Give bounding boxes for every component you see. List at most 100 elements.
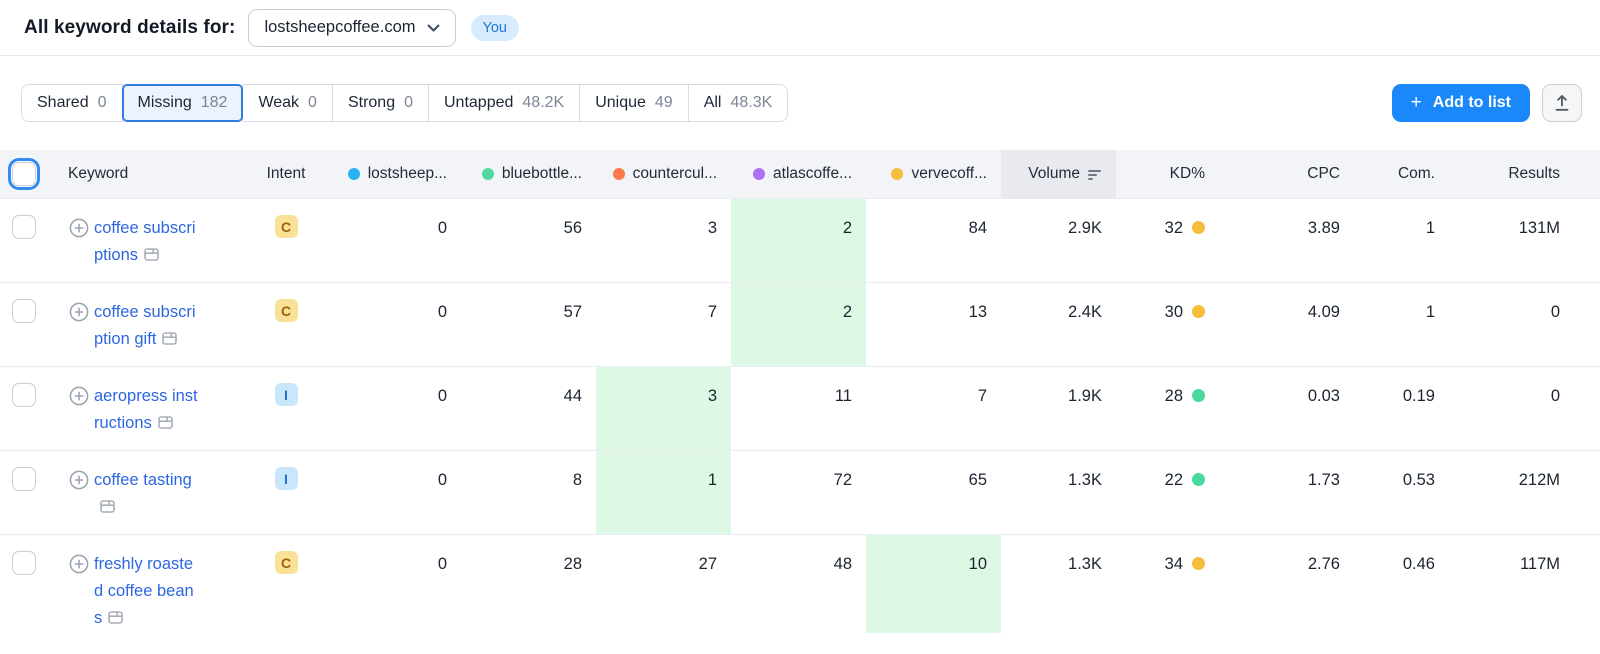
column-header-volume[interactable]: Volume bbox=[1001, 150, 1116, 199]
keyword-link[interactable]: aeropress instructions bbox=[94, 387, 198, 432]
tab-count: 0 bbox=[97, 94, 107, 111]
tab-label: Unique bbox=[595, 94, 646, 111]
com-cell: 0.19 bbox=[1402, 387, 1435, 405]
serp-features-icon[interactable] bbox=[100, 500, 115, 513]
keyword-cell: coffee subscriptions bbox=[56, 199, 246, 283]
table-header-row: Keyword Intent lostsheep... bluebottle... co… bbox=[0, 150, 1600, 199]
toolbar-actions: + Add to list bbox=[1391, 84, 1582, 122]
intent-cell: I bbox=[246, 367, 326, 451]
domain-selector-value: lostsheepcoffee.com bbox=[264, 18, 416, 36]
competitor-label: vervecoff... bbox=[911, 165, 987, 182]
cpc-cell: 3.89 bbox=[1307, 219, 1340, 237]
column-header-cpc[interactable]: CPC bbox=[1221, 150, 1356, 199]
add-keyword-plus-icon[interactable] bbox=[69, 554, 89, 632]
serp-features-icon[interactable] bbox=[162, 332, 178, 345]
competitor-label: lostsheep... bbox=[367, 165, 447, 182]
tab-weak[interactable]: Weak 0 bbox=[242, 84, 333, 122]
serp-features-icon[interactable] bbox=[144, 248, 159, 261]
kd-cell: 28 bbox=[1116, 367, 1221, 451]
position-cell: 3 bbox=[707, 219, 717, 237]
keyword-cell: aeropress instructions bbox=[56, 367, 246, 451]
row-checkbox[interactable] bbox=[12, 299, 36, 323]
intent-badge: I bbox=[274, 383, 298, 406]
competitor-label: bluebottle... bbox=[501, 165, 582, 182]
position-cell: 7 bbox=[707, 303, 717, 321]
row-checkbox-cell bbox=[0, 451, 56, 535]
tab-missing[interactable]: Missing 182 bbox=[121, 84, 244, 122]
add-keyword-plus-icon[interactable] bbox=[69, 218, 89, 269]
select-all-checkbox[interactable] bbox=[12, 162, 36, 186]
kd-level-dot-icon bbox=[1192, 473, 1205, 486]
keyword-link[interactable]: coffee tasting bbox=[94, 471, 192, 489]
position-cell: 2 bbox=[731, 198, 866, 283]
results-cell: 117M bbox=[1519, 555, 1560, 573]
tab-label: Weak bbox=[258, 94, 300, 111]
table-row: freshly roasted coffee beans C 0 28 27 48 10 1.… bbox=[0, 534, 1600, 634]
kd-cell: 22 bbox=[1116, 451, 1221, 535]
add-keyword-plus-icon[interactable] bbox=[69, 302, 89, 353]
row-checkbox-cell bbox=[0, 367, 56, 451]
keywords-table-wrap: Keyword Intent lostsheep... bluebottle... co… bbox=[0, 150, 1600, 633]
tab-unique[interactable]: Unique 49 bbox=[579, 84, 689, 122]
add-to-list-button[interactable]: + Add to list bbox=[1391, 84, 1530, 122]
chevron-down-icon bbox=[427, 18, 440, 37]
position-cell: 3 bbox=[596, 366, 731, 451]
column-header-competitor-2[interactable]: countercul... bbox=[596, 150, 731, 199]
row-checkbox[interactable] bbox=[12, 383, 36, 407]
tab-label: Missing bbox=[137, 94, 192, 111]
row-checkbox[interactable] bbox=[12, 467, 36, 491]
tab-label: Strong bbox=[347, 94, 396, 111]
column-header-com[interactable]: Com. bbox=[1356, 150, 1451, 199]
row-checkbox[interactable] bbox=[12, 551, 36, 575]
volume-cell: 1.3K bbox=[1068, 471, 1102, 489]
position-cell: 56 bbox=[563, 219, 582, 237]
column-header-intent[interactable]: Intent bbox=[246, 150, 326, 199]
column-header-competitor-1[interactable]: bluebottle... bbox=[461, 150, 596, 199]
serp-features-icon[interactable] bbox=[157, 416, 173, 429]
kd-cell: 30 bbox=[1116, 283, 1221, 367]
volume-cell: 2.9K bbox=[1068, 219, 1102, 237]
competitor-dot-icon bbox=[347, 168, 360, 180]
intent-badge: C bbox=[274, 299, 298, 322]
intent-badge: C bbox=[274, 215, 298, 238]
intent-cell: C bbox=[246, 535, 326, 634]
tab-label: Untapped bbox=[444, 94, 514, 111]
tab-all[interactable]: All 48.3K bbox=[687, 84, 789, 122]
competitor-label: countercul... bbox=[632, 165, 717, 182]
domain-selector[interactable]: lostsheepcoffee.com bbox=[248, 8, 456, 47]
position-cell: 11 bbox=[834, 387, 852, 405]
row-checkbox[interactable] bbox=[12, 215, 36, 239]
table-row: coffee tasting I 0 8 1 72 65 1.3K 22 1.73 0.53 212M bbox=[0, 450, 1600, 535]
position-cell: 0 bbox=[437, 303, 447, 321]
export-button[interactable] bbox=[1542, 84, 1582, 122]
competitor-dot-icon bbox=[753, 168, 766, 180]
kd-value: 30 bbox=[1164, 303, 1183, 321]
toolbar: Shared 0 Missing 182 Weak 0 Strong 0 Untapped 48.… bbox=[0, 56, 1600, 122]
row-checkbox-cell bbox=[0, 199, 56, 283]
column-header-competitor-0[interactable]: lostsheep... bbox=[326, 150, 461, 199]
kd-level-dot-icon bbox=[1192, 389, 1205, 402]
kd-level-dot-icon bbox=[1192, 305, 1205, 318]
tab-shared[interactable]: Shared 0 bbox=[21, 84, 123, 122]
export-upload-icon bbox=[1552, 93, 1572, 113]
results-cell: 0 bbox=[1550, 303, 1560, 321]
volume-label: Volume bbox=[1028, 165, 1080, 182]
add-keyword-plus-icon[interactable] bbox=[69, 470, 89, 521]
keyword-cell: freshly roasted coffee beans bbox=[56, 535, 246, 634]
column-header-keyword[interactable]: Keyword bbox=[56, 150, 246, 199]
column-header-competitor-3[interactable]: atlascoffe... bbox=[731, 150, 866, 199]
add-keyword-plus-icon[interactable] bbox=[69, 386, 89, 437]
position-cell: 72 bbox=[833, 471, 852, 489]
tab-strong[interactable]: Strong 0 bbox=[331, 84, 429, 122]
tab-label: Shared bbox=[37, 94, 89, 111]
competitor-dot-icon bbox=[891, 168, 904, 180]
table-row: coffee subscriptions C 0 56 3 2 84 2.9K 32 3.89 1 1… bbox=[0, 198, 1600, 283]
column-header-results[interactable]: Results bbox=[1451, 150, 1600, 199]
position-cell: 1 bbox=[596, 450, 731, 535]
tab-count: 182 bbox=[200, 94, 228, 111]
column-header-competitor-4[interactable]: vervecoff... bbox=[866, 150, 1001, 199]
serp-features-icon[interactable] bbox=[108, 611, 124, 624]
tab-untapped[interactable]: Untapped 48.2K bbox=[428, 84, 581, 122]
column-header-kd[interactable]: KD% bbox=[1116, 150, 1221, 199]
keyword-link[interactable]: coffee subscription gift bbox=[94, 303, 196, 348]
